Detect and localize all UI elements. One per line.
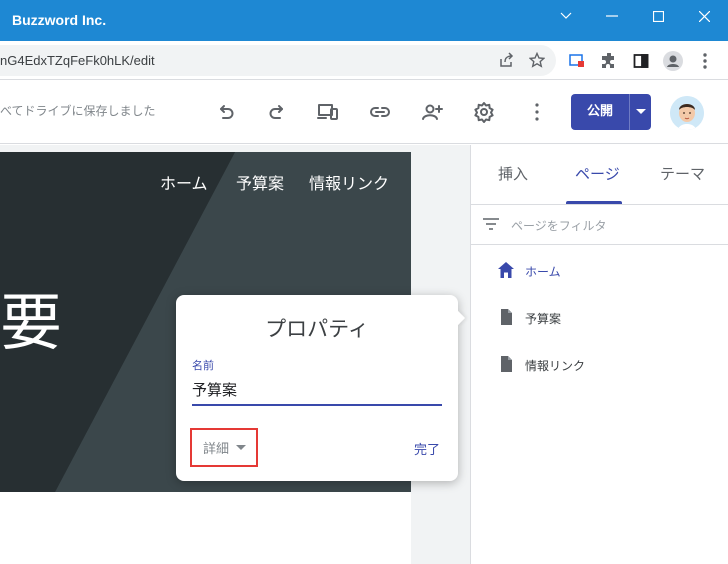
side-panel: 挿入 ページ テーマ ページをフィルタ ホーム 予算案 情報リンク [470,145,728,564]
extension-screenshot-icon[interactable] [566,50,588,72]
filter-placeholder: ページをフィルタ [511,219,607,233]
more-options-icon[interactable] [525,100,549,124]
page-name-input[interactable] [192,378,442,406]
tab-pages[interactable]: ページ [575,163,620,184]
close-icon[interactable] [681,0,727,32]
page-title-text[interactable]: 要 [0,272,62,362]
name-field-label: 名前 [192,359,214,372]
maximize-icon[interactable] [635,0,681,32]
site-nav-budget[interactable]: 予算案 [236,170,284,194]
page-list-label: 情報リンク [525,359,586,373]
sites-toolbar: べてドライブに保存しました 公開 [0,80,728,144]
redo-icon[interactable] [265,100,289,124]
profile-icon[interactable] [662,50,684,72]
preview-devices-icon[interactable] [316,100,340,124]
page-list-item-budget[interactable]: 予算案 [471,298,728,338]
site-nav-info-links[interactable]: 情報リンク [309,170,389,194]
browser-toolbar: nG4EdxTZqFeFk0hLK/edit [0,41,728,80]
browser-menu-icon[interactable] [694,50,716,72]
save-status-text: べてドライブに保存しました [0,104,156,118]
page-list-label: ホーム [525,265,561,279]
page-list-label: 予算案 [525,312,562,326]
page-icon [501,309,512,325]
extensions-puzzle-icon[interactable] [598,50,620,72]
details-toggle-button[interactable]: 詳細 [190,428,258,467]
bookmark-star-icon[interactable] [526,49,548,71]
tab-search-icon[interactable] [543,0,589,32]
window-titlebar: Buzzword Inc. [0,0,728,41]
settings-gear-icon[interactable] [472,100,496,124]
details-label: 詳細 [203,442,230,457]
page-filter[interactable]: ページをフィルタ [471,205,728,245]
link-icon[interactable] [368,100,392,124]
properties-dialog: プロパティ 名前 詳細 完了 [176,295,466,481]
publish-label: 公開 [586,104,613,119]
share-add-person-icon[interactable] [420,100,444,124]
window-title: Buzzword Inc. [12,12,107,28]
tab-insert[interactable]: 挿入 [498,163,528,184]
properties-title: プロパティ [265,317,369,341]
undo-icon[interactable] [214,100,238,124]
chevron-down-icon [236,445,247,450]
publish-button[interactable]: 公開 [571,94,651,130]
home-icon [498,262,514,278]
site-nav-home[interactable]: ホーム [160,170,208,194]
user-avatar[interactable] [670,96,704,130]
done-button[interactable]: 完了 [414,439,440,458]
filter-divider [471,244,728,245]
side-panel-toggle-icon[interactable] [630,50,652,72]
page-list-item-info-links[interactable]: 情報リンク [471,345,728,385]
tab-themes[interactable]: テーマ [660,163,705,184]
publish-dropdown-icon[interactable] [630,94,651,130]
share-icon[interactable] [495,49,517,71]
page-list-item-home[interactable]: ホーム [471,251,728,291]
url-text: nG4EdxTZqFeFk0hLK/edit [0,53,155,68]
address-bar[interactable]: nG4EdxTZqFeFk0hLK/edit [0,45,556,76]
filter-icon [483,218,499,230]
minimize-icon[interactable] [589,0,635,32]
page-icon [501,356,512,372]
